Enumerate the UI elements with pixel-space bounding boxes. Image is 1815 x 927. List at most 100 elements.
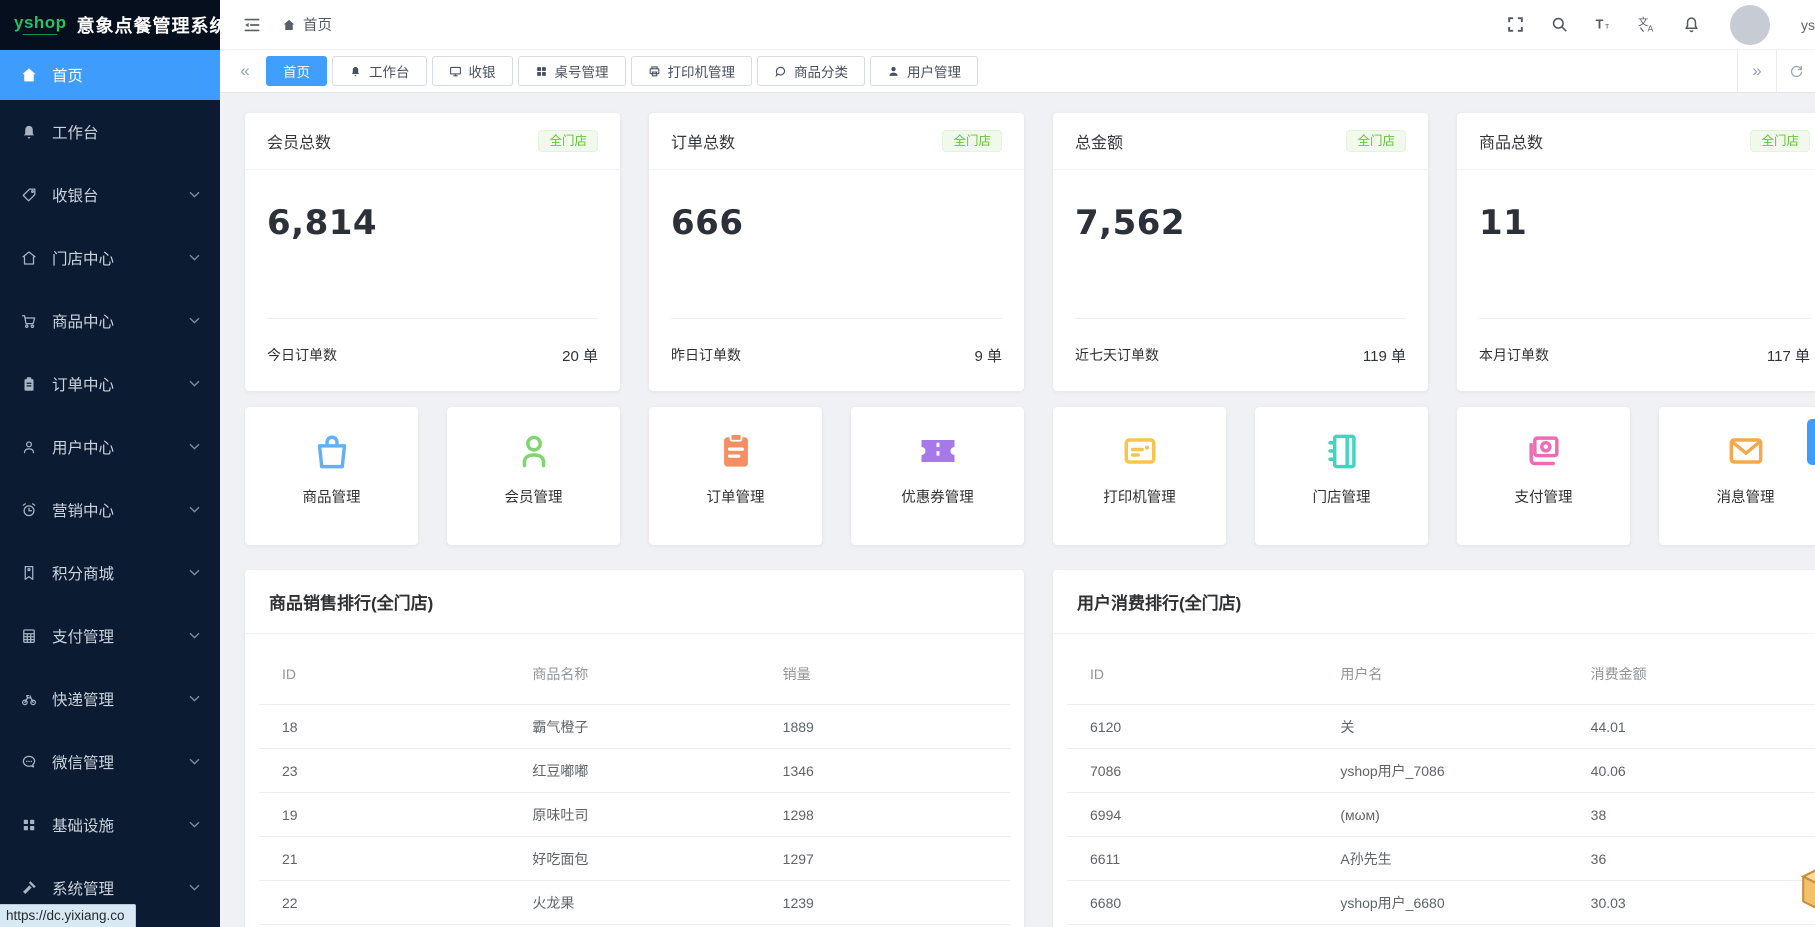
- sidebar-item-points-mall[interactable]: 积分商城: [0, 541, 220, 604]
- shortcut-goods-management[interactable]: 商品管理: [245, 407, 418, 545]
- chat-bubble-icon: [20, 753, 38, 771]
- cell-username: 关: [1317, 705, 1567, 749]
- stat-title: 订单总数: [671, 129, 735, 153]
- cell-id: 6680: [1067, 881, 1317, 925]
- cell-id: 18: [259, 705, 509, 749]
- column-header: 商品名称: [509, 634, 759, 705]
- refresh-icon[interactable]: [1776, 50, 1815, 92]
- tab-table-numbers[interactable]: 桌号管理: [518, 56, 626, 86]
- shortcut-row: 商品管理 会员管理 订单管理 优惠券管理: [245, 407, 1815, 545]
- shortcut-member-management[interactable]: 会员管理: [447, 407, 620, 545]
- gavel-icon: [20, 879, 38, 897]
- home-icon: [282, 18, 296, 32]
- sidebar-collapse-icon[interactable]: [242, 15, 262, 35]
- column-header: 销量: [760, 634, 1010, 705]
- shortcut-printer-management[interactable]: 打印机管理: [1053, 407, 1226, 545]
- tab-controls: »: [1737, 50, 1815, 92]
- search-icon[interactable]: [1550, 15, 1569, 34]
- sidebar-item-label: 微信管理: [52, 751, 114, 773]
- sidebar-item-goods-center[interactable]: 商品中心: [0, 289, 220, 352]
- font-size-icon[interactable]: Tт: [1594, 15, 1613, 34]
- goods-sales-table: ID商品名称销量 18 霸气橙子 1889: [259, 634, 1010, 925]
- user-name[interactable]: ys: [1781, 17, 1815, 33]
- shortcut-coupon-management[interactable]: 优惠券管理: [851, 407, 1024, 545]
- tab-workbench[interactable]: 工作台: [332, 56, 427, 86]
- calculator-icon: [20, 627, 38, 645]
- notifications-bell-icon[interactable]: [1682, 15, 1701, 34]
- topbar: 首页 Tт 文A ys: [220, 0, 1815, 50]
- sidebar-item-workbench[interactable]: 工作台: [0, 100, 220, 163]
- theme-settings-button[interactable]: [1807, 419, 1815, 465]
- sidebar-item-wechat[interactable]: 微信管理: [0, 730, 220, 793]
- cell-goods-name: 好吃面包: [509, 837, 759, 881]
- fullscreen-icon[interactable]: [1506, 15, 1525, 34]
- user-consumption-table: ID用户名消费金额 6120 关 44.01: [1067, 634, 1815, 925]
- shortcut-message-management[interactable]: 消息管理: [1659, 407, 1815, 545]
- cell-id: 23: [259, 749, 509, 793]
- cash-icon: [1522, 429, 1566, 473]
- shortcut-label: 门店管理: [1313, 486, 1371, 507]
- table-row: 6994 (мωм) 38: [1067, 793, 1815, 837]
- tab-printer[interactable]: 打印机管理: [631, 56, 753, 86]
- translate-icon[interactable]: 文A: [1638, 15, 1657, 34]
- chevron-down-icon: [189, 380, 200, 387]
- bookmark-tag-icon: [20, 564, 38, 582]
- tab-cashier[interactable]: 收银: [432, 56, 513, 86]
- shortcut-store-management[interactable]: 门店管理: [1255, 407, 1428, 545]
- table-row: 6611 A孙先生 36: [1067, 837, 1815, 881]
- cell-username: yshop用户_7086: [1317, 749, 1567, 793]
- chevron-down-icon: [189, 317, 200, 324]
- table-row: 23 红豆嘟嘟 1346: [259, 749, 1010, 793]
- browser-status-link: https://dc.yixiang.co: [0, 904, 136, 927]
- app-window: yshop 意象点餐管理系统 首页 工作台 收银台 门店中心: [0, 0, 1815, 927]
- sidebar-item-label: 收银台: [52, 184, 99, 206]
- floating-service-cube-icon[interactable]: [1797, 858, 1815, 920]
- sidebar-item-store-center[interactable]: 门店中心: [0, 226, 220, 289]
- user-icon: [887, 65, 900, 78]
- sidebar-item-label: 基础设施: [52, 814, 114, 836]
- tabs-scroll-right-icon[interactable]: »: [1737, 50, 1776, 92]
- shortcut-payment-management[interactable]: 支付管理: [1457, 407, 1630, 545]
- cell-sales: 1239: [760, 881, 1010, 925]
- logo-underline: [23, 34, 57, 37]
- user-icon: [20, 438, 38, 456]
- cell-id: 19: [259, 793, 509, 837]
- tables-row: 商品销售排行(全门店) ID商品名称销量 18 霸气橙子 1889: [245, 570, 1815, 927]
- sidebar-item-order-center[interactable]: 订单中心: [0, 352, 220, 415]
- shortcut-label: 消息管理: [1717, 486, 1775, 507]
- sidebar-item-marketing-center[interactable]: 营销中心: [0, 478, 220, 541]
- chevron-down-icon: [189, 191, 200, 198]
- home-icon: [20, 66, 38, 84]
- sidebar-item-cashier[interactable]: 收银台: [0, 163, 220, 226]
- stat-footer-label: 今日订单数: [267, 345, 337, 365]
- svg-text:A: A: [1648, 24, 1654, 34]
- sidebar-item-label: 商品中心: [52, 310, 114, 332]
- chevron-down-icon: [189, 254, 200, 261]
- sidebar: yshop 意象点餐管理系统 首页 工作台 收银台 门店中心: [0, 0, 220, 927]
- tab-home[interactable]: 首页: [266, 56, 327, 86]
- sidebar-item-user-center[interactable]: 用户中心: [0, 415, 220, 478]
- cell-amount: 40.06: [1568, 749, 1815, 793]
- sidebar-item-home[interactable]: 首页: [0, 50, 220, 100]
- alarm-clock-icon: [20, 501, 38, 519]
- shortcut-order-management[interactable]: 订单管理: [649, 407, 822, 545]
- cell-goods-name: 火龙果: [509, 881, 759, 925]
- sidebar-item-express[interactable]: 快递管理: [0, 667, 220, 730]
- clipboard-icon: [20, 375, 38, 393]
- table-row: 21 好吃面包 1297: [259, 837, 1010, 881]
- breadcrumb[interactable]: 首页: [282, 14, 332, 35]
- column-header: 消费金额: [1568, 634, 1815, 705]
- sidebar-item-label: 系统管理: [52, 877, 114, 899]
- column-header: ID: [1067, 634, 1317, 705]
- tab-user-management[interactable]: 用户管理: [870, 56, 978, 86]
- stat-value: 11: [1479, 203, 1810, 243]
- shortcut-label: 会员管理: [505, 486, 563, 507]
- sidebar-item-payment[interactable]: 支付管理: [0, 604, 220, 667]
- user-avatar[interactable]: [1730, 5, 1770, 45]
- cell-amount: 36: [1568, 837, 1815, 881]
- sidebar-item-infrastructure[interactable]: 基础设施: [0, 793, 220, 856]
- tab-goods-category[interactable]: 商品分类: [757, 56, 865, 86]
- table-title: 用户消费排行(全门店): [1053, 570, 1815, 634]
- tabs-scroll-left-icon[interactable]: «: [234, 61, 256, 81]
- svg-text:T: T: [1596, 17, 1604, 31]
